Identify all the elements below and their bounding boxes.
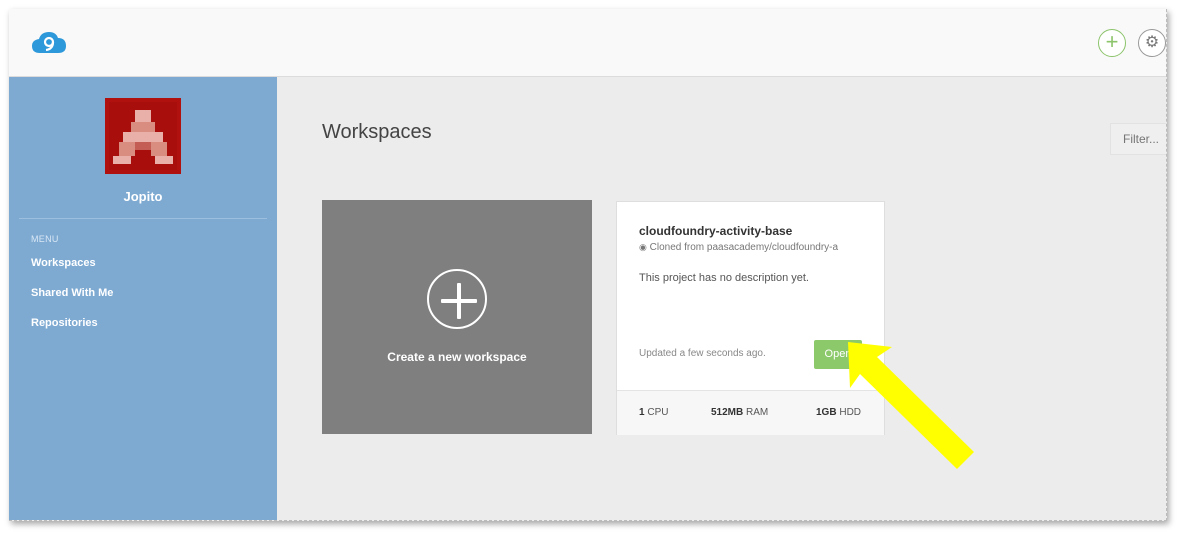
hdd-spec: 1GB HDD bbox=[816, 407, 862, 418]
workspace-specs: 1 CPU 512MB RAM 1GB HDD bbox=[617, 390, 884, 435]
workspace-card[interactable]: cloudfoundry-activity-base ◉ Cloned from… bbox=[616, 201, 885, 435]
open-button[interactable]: Open bbox=[814, 340, 862, 369]
clone-source-text: Cloned from paasacademy/cloudfoundry-a bbox=[649, 242, 839, 253]
workspace-description: This project has no description yet. bbox=[639, 272, 809, 284]
create-workspace-card[interactable]: Create a new workspace bbox=[322, 200, 592, 434]
plus-circle-icon bbox=[427, 269, 487, 329]
settings-button[interactable]: ⚙ bbox=[1138, 29, 1166, 57]
sidebar-item-workspaces[interactable]: Workspaces bbox=[31, 257, 96, 269]
create-workspace-label: Create a new workspace bbox=[387, 350, 527, 364]
gear-icon: ⚙ bbox=[1144, 34, 1160, 51]
page-title: Workspaces bbox=[322, 121, 432, 143]
ram-spec: 512MB RAM bbox=[711, 407, 769, 418]
top-bar: + ⚙ bbox=[9, 9, 1166, 77]
username: Jopito bbox=[123, 189, 163, 204]
menu-heading: MENU bbox=[31, 234, 59, 244]
add-workspace-button[interactable]: + bbox=[1098, 29, 1126, 57]
workspace-name[interactable]: cloudfoundry-activity-base bbox=[639, 224, 792, 238]
avatar[interactable] bbox=[105, 98, 181, 174]
sidebar-item-repositories[interactable]: Repositories bbox=[31, 317, 98, 329]
workspace-clone-source: ◉ Cloned from paasacademy/cloudfoundry-a bbox=[639, 242, 865, 253]
sidebar-item-shared-with-me[interactable]: Shared With Me bbox=[31, 287, 113, 299]
cloud9-logo-icon[interactable] bbox=[31, 31, 67, 55]
sidebar: Jopito MENU Workspaces Shared With Me Re… bbox=[9, 77, 277, 520]
filter-input[interactable] bbox=[1110, 123, 1166, 155]
plus-icon: + bbox=[1105, 29, 1119, 54]
github-icon: ◉ bbox=[639, 242, 647, 252]
sidebar-divider bbox=[19, 218, 267, 219]
cpu-spec: 1 CPU bbox=[639, 407, 669, 418]
app-window: + ⚙ Jopito MENU Workspaces Shared With M… bbox=[9, 9, 1167, 521]
workspace-updated: Updated a few seconds ago. bbox=[639, 348, 766, 359]
